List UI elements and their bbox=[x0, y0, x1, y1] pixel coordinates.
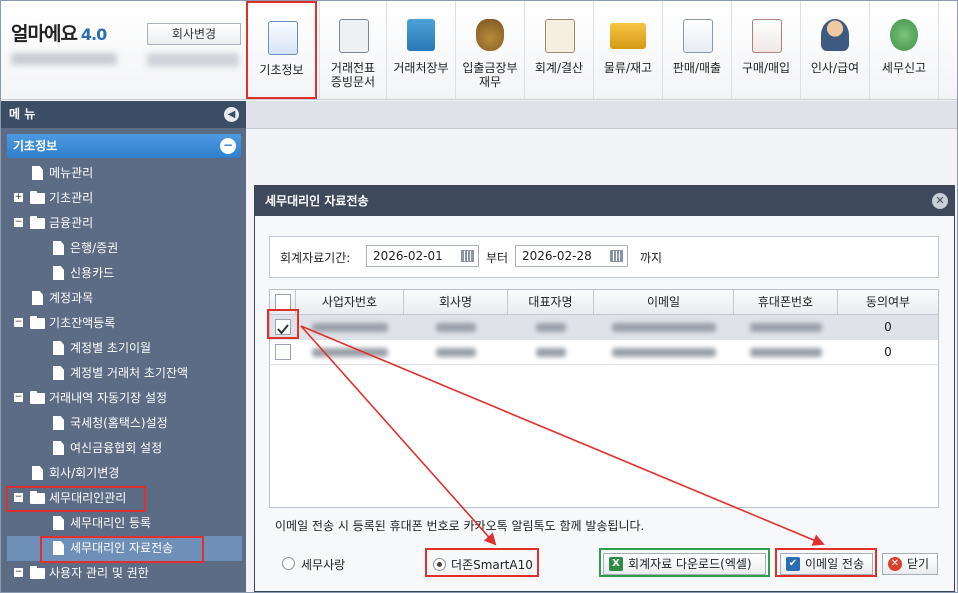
arrow-checkbox-to-duzon bbox=[300, 325, 497, 546]
arrow-checkbox-to-email bbox=[300, 325, 825, 546]
app-window: 얼마에요 4.0 회사변경 기초정보 거래전표 증빙문서 거래처장부 입출금장부 … bbox=[0, 0, 958, 593]
annotation-arrows bbox=[300, 325, 825, 546]
